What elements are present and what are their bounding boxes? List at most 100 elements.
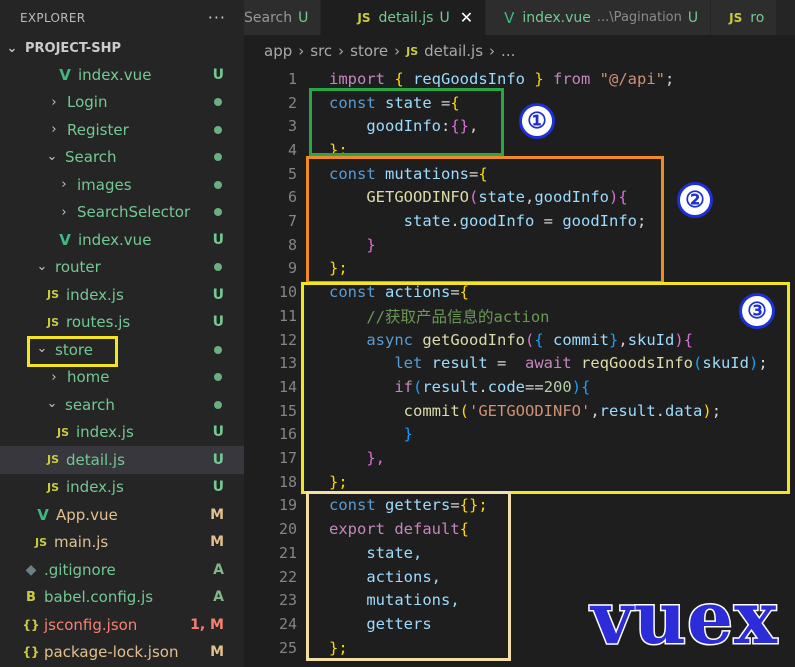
tab-label: index.vue [522,9,591,26]
code-line: 13 let result = await reqGoodsInfo(skuId… [244,351,768,375]
close-icon[interactable]: ✕ [460,8,473,27]
file-label: index.js [66,285,124,304]
git-status-badge: M [210,534,224,551]
chevron-right-icon: › [61,177,67,193]
chevron-right-icon: › [51,369,57,385]
tab-index-vue[interactable]: V index.vue ...\Pagination U [486,0,712,35]
tab-label: Search [244,9,293,26]
state-highlight-box [309,88,504,156]
vue-file-icon: V [37,505,49,524]
file-item[interactable]: V index.vue U [0,226,244,254]
code-line: 24 getters [244,612,432,636]
folder-item[interactable]: ⌄ Search [0,144,244,172]
vuex-watermark-label: vuex [590,575,779,660]
modified-dot-icon [214,208,222,217]
file-item[interactable]: {} package-lock.json M [0,639,244,667]
tab-path: ...\Pagination [596,10,682,25]
chevron-right-icon: › [61,204,67,220]
line-number: 18 [278,472,297,491]
folder-label: search [65,395,115,414]
folder-item[interactable]: › Register [0,116,244,144]
breadcrumb-item[interactable]: store [350,42,388,60]
code-line: 15 commit('GETGOODINFO',result.data); [244,399,721,423]
file-item[interactable]: JS main.js M [0,529,244,557]
tab-label: ro [750,9,765,26]
file-item[interactable]: {} jsconfig.json 1, M [0,611,244,639]
code-line: 22 actions, [244,565,441,589]
code-line: 12 async getGoodInfo({ commit},skuId){ [244,328,693,352]
mutations-highlight-box [306,156,664,284]
json-file-icon: {} [22,617,40,632]
git-status-badge: U [212,286,224,303]
chevron-down-icon: ⌄ [6,40,18,56]
breadcrumb-item[interactable]: app [264,42,292,60]
code-line: 16 } [244,423,413,447]
code-line: 1 import { reqGoodsInfo } from "@/api"; [244,67,674,91]
file-item[interactable]: JS index.js U [0,419,244,447]
code-line: 6 GETGOODINFO(state,goodInfo){ [244,186,628,210]
line-number: 20 [278,520,297,539]
git-status-badge: A [213,589,224,606]
tab-routes[interactable]: JS ro [711,0,778,35]
store-highlight-box [27,336,118,367]
getters-export-highlight-box [306,491,511,661]
folder-item[interactable]: ⌄ search [0,391,244,419]
more-actions-icon[interactable]: ··· [208,8,226,27]
tab-status: U [298,9,309,26]
folder-item[interactable]: › Login [0,89,244,117]
file-label: main.js [54,533,109,552]
code-line: 20 export default{ [244,517,469,541]
folder-label: Login [67,93,108,112]
modified-dot-icon [214,180,222,189]
folder-label: images [77,175,132,194]
folder-item[interactable]: › SearchSelector [0,199,244,227]
annotation-badge-2: ② [677,182,713,218]
tab-search[interactable]: Search U [244,0,322,35]
code-line: 10 const actions={ [244,280,469,304]
file-label: index.vue [78,230,152,249]
git-status-badge: U [212,314,224,331]
file-label: detail.js [66,450,125,469]
file-item[interactable]: V index.vue U [0,61,244,89]
explorer-header: EXPLORER ··· [0,0,244,35]
code-line: 3 goodInfo:{}, [244,114,478,138]
breadcrumb-item[interactable]: src [310,42,332,60]
breadcrumb-item[interactable]: detail.js [424,42,483,60]
line-number: 24 [278,614,297,633]
file-label: babel.config.js [44,588,154,607]
chevron-right-icon: › [394,42,401,60]
file-item[interactable]: ◆ .gitignore A [0,556,244,584]
file-label: index.js [66,478,124,497]
chevron-right-icon: › [489,42,496,60]
vue-file-icon: V [504,8,515,27]
project-folder[interactable]: ⌄ PROJECT-SHP [0,35,244,61]
js-file-icon: JS [406,44,419,58]
folder-item[interactable]: ⌄ router [0,254,244,282]
file-item[interactable]: JS index.js U [0,474,244,502]
line-number: 13 [278,354,297,373]
line-number: 6 [287,188,297,207]
tab-detail-js[interactable]: JS detail.js U ✕ [321,0,487,35]
file-item[interactable]: V App.vue M [0,501,244,529]
code-text: import { reqGoodsInfo } from "@/api"; [329,69,675,88]
code-line: 19 const getters={}; [244,494,488,518]
js-file-icon: JS [46,453,59,467]
modified-dot-icon [214,373,222,382]
file-item[interactable]: B babel.config.js A [0,584,244,612]
line-number: 22 [278,567,297,586]
file-label: App.vue [56,505,118,524]
chevron-right-icon: › [298,42,305,60]
explorer-title: EXPLORER [20,10,86,25]
file-item-selected[interactable]: JS detail.js U [0,446,244,474]
file-label: index.vue [78,65,152,84]
folder-item[interactable]: › images [0,171,244,199]
file-item[interactable]: JS index.js U [0,281,244,309]
folder-label: home [67,368,110,387]
breadcrumb-item[interactable]: ... [501,42,515,60]
code-line: 25 }; [244,636,348,660]
chevron-down-icon: ⌄ [36,258,48,274]
folder-item[interactable]: › home [0,364,244,392]
file-item[interactable]: JS routes.js U [0,309,244,337]
line-number: 1 [287,69,297,88]
git-status-badge: M [210,644,224,661]
